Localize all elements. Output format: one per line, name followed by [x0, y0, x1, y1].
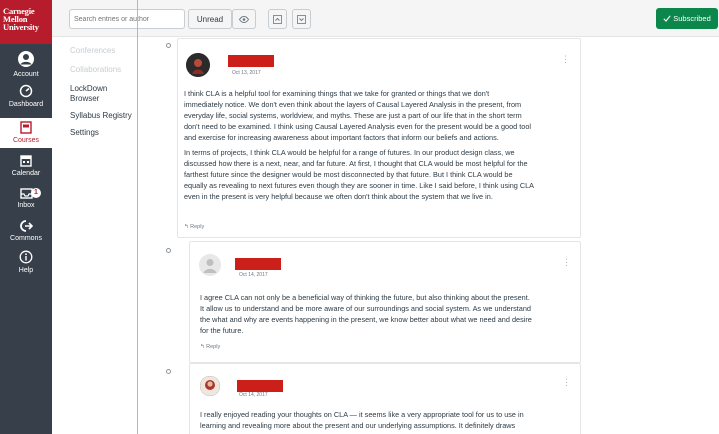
nav-courses-label: Courses	[12, 137, 40, 144]
course-nav-syllabus-registry[interactable]: Syllabus Registry	[52, 111, 142, 121]
more-options-icon[interactable]: ⋮	[562, 378, 571, 387]
nav-courses[interactable]: Courses	[0, 118, 52, 148]
calendar-icon	[20, 155, 32, 167]
nav-commons[interactable]: Commons	[0, 220, 52, 242]
redacted-author-name	[237, 380, 283, 392]
reply-link[interactable]: ↰ Reply	[184, 224, 204, 230]
nav-help[interactable]: Help	[0, 250, 52, 274]
nav-calendar-label: Calendar	[11, 170, 41, 177]
course-nav-conferences[interactable]: Conferences	[52, 46, 142, 56]
post-body: I think CLA is a helpful tool for examin…	[184, 89, 535, 201]
unread-indicator[interactable]	[166, 248, 171, 253]
university-logo[interactable]: Carnegie Mellon University	[0, 0, 52, 44]
discussion-entry: Oct 13, 2017 ⋮ I think CLA is a helpful …	[177, 38, 581, 238]
user-photo-icon	[200, 376, 220, 396]
nav-dashboard[interactable]: Dashboard	[0, 84, 52, 108]
nav-account-label: Account	[13, 71, 39, 78]
unread-indicator[interactable]	[166, 369, 171, 374]
post-date: Oct 14, 2017	[239, 392, 268, 398]
subscribed-label: Subscribed	[673, 14, 711, 23]
post-date: Oct 14, 2017	[239, 272, 268, 278]
reply-icon: ↰	[200, 344, 205, 350]
inbox-badge: 1	[31, 188, 41, 198]
collapse-threads-button[interactable]	[268, 9, 287, 29]
focus-guide-line	[137, 0, 138, 434]
nav-account[interactable]: Account	[0, 50, 52, 78]
more-options-icon[interactable]: ⋮	[561, 55, 570, 64]
course-nav-collaborations[interactable]: Collaborations	[52, 65, 142, 75]
redacted-author-name	[228, 55, 274, 67]
global-nav: Carnegie Mellon University Account Dashb…	[0, 0, 52, 434]
show-read-toggle-button[interactable]	[232, 9, 256, 29]
help-icon	[19, 250, 33, 264]
unread-filter-label: Unread	[196, 14, 224, 24]
post-body: I agree CLA can not only be a beneficial…	[200, 293, 532, 335]
course-nav-settings[interactable]: Settings	[52, 128, 142, 138]
more-options-icon[interactable]: ⋮	[562, 258, 571, 267]
avatar[interactable]	[200, 376, 220, 396]
expand-threads-button[interactable]	[292, 9, 311, 29]
redacted-author-name	[235, 258, 281, 270]
default-avatar-icon	[199, 254, 221, 276]
nav-inbox[interactable]: 1 Inbox	[0, 186, 52, 209]
course-nav: Conferences Collaborations LockDown Brow…	[52, 38, 142, 138]
user-photo-icon	[186, 53, 210, 77]
collapse-icon	[273, 14, 282, 24]
nav-dashboard-label: Dashboard	[8, 101, 44, 108]
avatar[interactable]	[199, 254, 221, 276]
nav-commons-label: Commons	[10, 235, 42, 242]
course-nav-lockdown-browser[interactable]: Browser	[52, 94, 142, 104]
discussion-entry: Oct 14, 2017 ⋮ I agree CLA can not only …	[189, 241, 581, 363]
courses-icon	[20, 121, 32, 134]
expand-icon	[297, 14, 306, 24]
unread-indicator[interactable]	[166, 43, 171, 48]
post-date: Oct 13, 2017	[232, 70, 261, 76]
reply-icon: ↰	[184, 224, 189, 230]
post-body: I really enjoyed reading your thoughts o…	[200, 410, 524, 430]
account-icon	[18, 51, 34, 67]
checkmark-icon	[663, 15, 671, 22]
nav-inbox-label: Inbox	[17, 202, 35, 209]
eye-icon	[239, 15, 249, 23]
search-input[interactable]	[69, 9, 185, 29]
course-nav-lockdown[interactable]: LockDown	[52, 84, 142, 94]
unread-filter-button[interactable]: Unread	[188, 9, 232, 29]
dashboard-icon	[19, 84, 33, 98]
nav-help-label: Help	[18, 267, 34, 274]
commons-icon	[19, 220, 33, 232]
discussion-toolbar: Unread Subscribed	[52, 0, 719, 37]
nav-calendar[interactable]: Calendar	[0, 154, 52, 177]
avatar[interactable]	[186, 53, 210, 77]
subscribed-button[interactable]: Subscribed	[656, 8, 718, 29]
discussion-entry: Oct 14, 2017 ⋮ I really enjoyed reading …	[189, 363, 581, 434]
reply-link[interactable]: ↰ Reply	[200, 344, 220, 350]
